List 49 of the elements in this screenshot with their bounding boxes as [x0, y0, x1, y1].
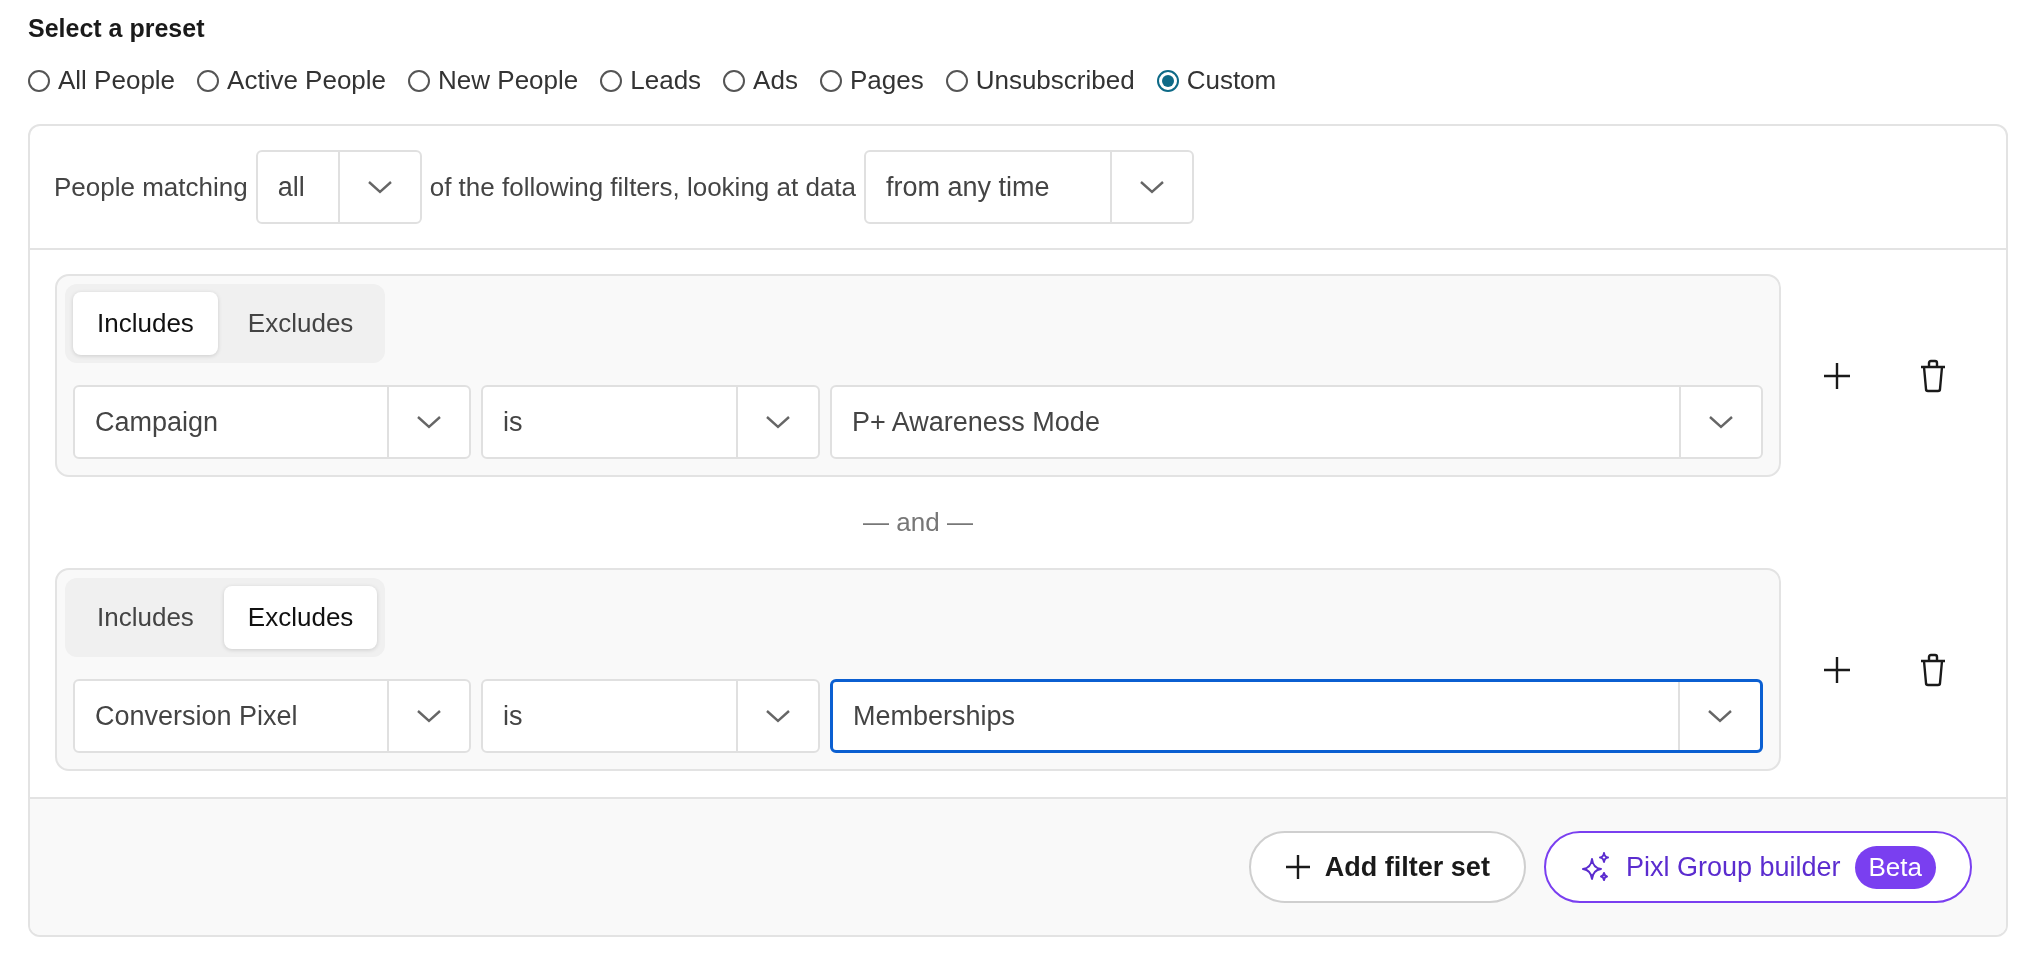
radio-icon[interactable]	[28, 69, 50, 92]
radio-icon[interactable]	[408, 69, 431, 92]
operator-select[interactable]: is	[481, 679, 820, 753]
trash-icon[interactable]	[1919, 652, 1947, 687]
radio-icon[interactable]	[600, 69, 623, 92]
radio-icon[interactable]	[1156, 69, 1179, 92]
chevron-down-icon	[1707, 708, 1733, 724]
chevron-down-icon	[416, 708, 442, 724]
preset-radio[interactable]: Unsubscribed	[945, 65, 1135, 96]
add-icon[interactable]	[1823, 361, 1851, 390]
chevron-down-icon	[765, 414, 791, 430]
match-select[interactable]: all	[255, 150, 422, 224]
field-select[interactable]: Conversion Pixel	[73, 679, 471, 753]
chevron-down-icon	[416, 414, 442, 430]
filter-mode-tab[interactable]: Includes	[73, 292, 218, 355]
sparkle-icon	[1579, 851, 1612, 883]
add-icon[interactable]	[1823, 655, 1851, 684]
trash-icon[interactable]	[1919, 358, 1947, 393]
field-select[interactable]: Campaign	[73, 385, 471, 459]
joiner-label: — and —	[862, 506, 974, 539]
filter-mode-tab[interactable]: Excludes	[223, 292, 378, 355]
radio-icon[interactable]	[197, 69, 220, 92]
chevron-down-icon	[366, 179, 393, 195]
add-filter-set-button[interactable]: Add filter set	[1248, 831, 1526, 903]
radio-icon[interactable]	[945, 69, 968, 92]
plus-icon	[1284, 854, 1311, 880]
preset-radio[interactable]: Leads	[600, 65, 702, 96]
preset-radio[interactable]: Pages	[819, 65, 924, 96]
group-builder-button[interactable]: Pixl Group builder Beta	[1543, 831, 1972, 903]
value-select[interactable]: P+ Awareness Mode	[830, 385, 1763, 459]
beta-badge: Beta	[1854, 845, 1936, 889]
matching-label: People matching	[54, 171, 248, 203]
preset-radio[interactable]: Custom	[1156, 65, 1277, 96]
preset-radio[interactable]: New People	[408, 65, 579, 96]
value-select[interactable]: Memberships	[830, 679, 1763, 753]
filter-mode-tab[interactable]: Excludes	[223, 586, 378, 649]
radio-icon[interactable]	[819, 69, 842, 92]
chevron-down-icon	[1139, 179, 1166, 195]
preset-radio[interactable]: Ads	[723, 65, 798, 96]
matching-label: of the following filters, looking at data	[429, 171, 857, 203]
operator-select[interactable]: is	[481, 385, 820, 459]
preset-radio[interactable]: Active People	[197, 65, 387, 96]
filter-mode-tab[interactable]: Includes	[73, 586, 218, 649]
radio-icon[interactable]	[723, 69, 746, 92]
time-select[interactable]: from any time	[864, 150, 1195, 224]
chevron-down-icon	[1708, 414, 1734, 430]
preset-radio[interactable]: All People	[28, 65, 176, 96]
chevron-down-icon	[765, 708, 791, 724]
section-heading: Select a preset	[28, 14, 206, 43]
